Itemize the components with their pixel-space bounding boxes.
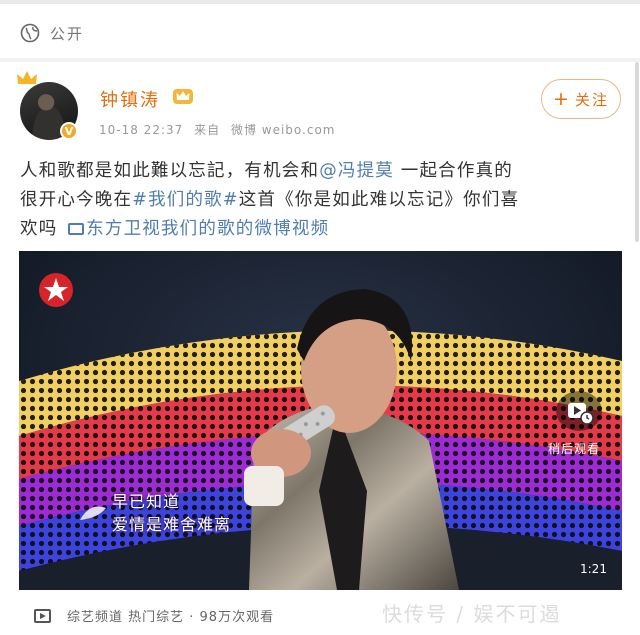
mention-link[interactable]: @冯提莫 (319, 161, 394, 181)
post-time: 10-18 22:37 (99, 123, 184, 137)
post-text-part: 这首《你是如此难以忘记》你们喜 (238, 190, 520, 210)
visibility-row: 公开 (20, 22, 84, 44)
post-source[interactable]: 微博 weibo.com (231, 123, 336, 137)
post-text-part: 欢吗 (20, 219, 65, 239)
visibility-label: 公开 (50, 24, 85, 43)
watermark: 快传号 / 娱不可遏 (382, 602, 562, 626)
video-duration: 1:21 (580, 562, 607, 576)
crown-icon (17, 71, 37, 84)
post-text: 人和歌都是如此難以忘記，有机会和@冯提莫 一起合作真的 很开心今晚在#我们的歌#… (20, 157, 620, 244)
follow-label: 关注 (574, 90, 609, 109)
source-prefix: 来自 (194, 123, 221, 137)
video-footer: 综艺频道 热门综艺 · 98万次观看 (34, 606, 274, 625)
watch-later-icon[interactable] (556, 391, 602, 431)
hashtag-link[interactable]: #我们的歌# (132, 190, 239, 210)
play-icon (34, 608, 51, 623)
lyric-line: 爱情是难舍难离 (112, 515, 232, 534)
plus-icon: + (553, 88, 571, 110)
post-text-part: 一起合作真的 (394, 161, 513, 181)
video-source-link[interactable]: 东方卫视我们的歌的微博视频 (86, 219, 329, 239)
scrollbar[interactable] (635, 62, 639, 242)
post-text-part: 人和歌都是如此難以忘記，有机会和 (20, 161, 320, 181)
post-meta: 10-18 22:37 来自 微博 weibo.com (99, 121, 341, 138)
top-divider (0, 0, 640, 4)
member-crown-icon (173, 89, 193, 104)
flower-icon (80, 506, 106, 520)
dragon-tv-logo-icon (39, 273, 73, 307)
video-player[interactable] (19, 251, 622, 590)
author-name[interactable]: 钟镇涛 (100, 86, 160, 112)
follow-button[interactable]: + 关注 (541, 79, 621, 119)
watch-later-label[interactable]: 稍后观看 (548, 440, 600, 457)
section-divider (0, 58, 640, 62)
video-frame[interactable] (19, 251, 622, 590)
lyric-line: 早已知道 (112, 492, 181, 511)
video-views: 综艺频道 热门综艺 · 98万次观看 (67, 610, 275, 625)
post-text-part: 很开心今晚在 (20, 190, 133, 210)
video-link-icon (68, 223, 85, 235)
verified-badge-icon: V (60, 122, 78, 140)
avatar[interactable]: V (17, 71, 78, 140)
globe-icon (20, 23, 40, 43)
